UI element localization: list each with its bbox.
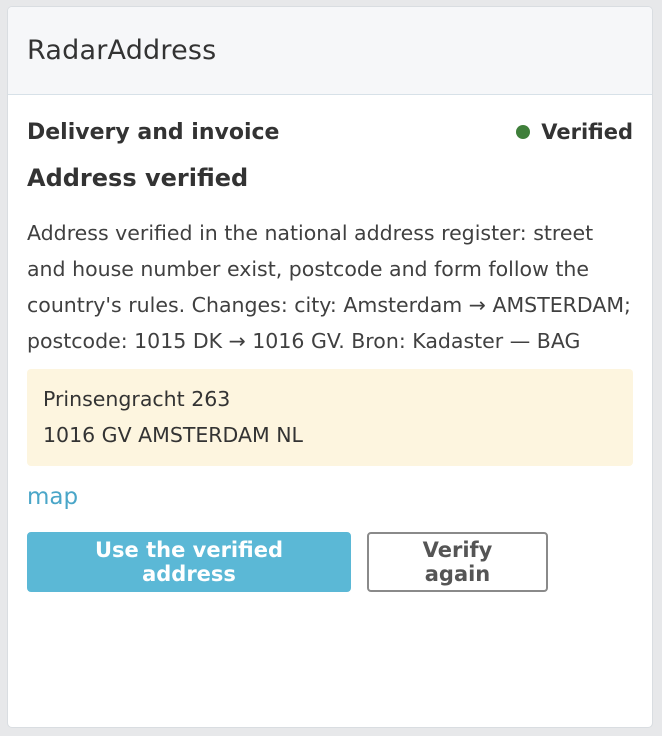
section-label: Delivery and invoice: [27, 119, 280, 145]
action-buttons: Use the verified address Verify again: [27, 532, 633, 592]
panel-body: Delivery and invoice Verified Address ve…: [8, 115, 652, 592]
verified-address-box: Prinsengracht 263 1016 GV AMSTERDAM NL: [27, 369, 633, 466]
address-line-2: 1016 GV AMSTERDAM NL: [43, 423, 303, 447]
verify-again-button[interactable]: Verify again: [367, 532, 548, 592]
status-badge: Verified: [516, 120, 633, 144]
result-description: Address verified in the national address…: [27, 221, 631, 353]
section-header: Delivery and invoice Verified: [27, 115, 633, 149]
result-headline: Address verified: [27, 164, 249, 192]
panel-title: RadarAddress: [27, 35, 217, 66]
panel-header: RadarAddress: [8, 7, 652, 95]
use-verified-address-button[interactable]: Use the verified address: [27, 532, 351, 592]
status-dot-icon: [516, 125, 531, 139]
status-label: Verified: [541, 120, 633, 144]
map-link[interactable]: map: [27, 484, 78, 510]
radar-address-panel: RadarAddress Delivery and invoice Verifi…: [7, 6, 653, 728]
address-line-1: Prinsengracht 263: [43, 387, 231, 411]
